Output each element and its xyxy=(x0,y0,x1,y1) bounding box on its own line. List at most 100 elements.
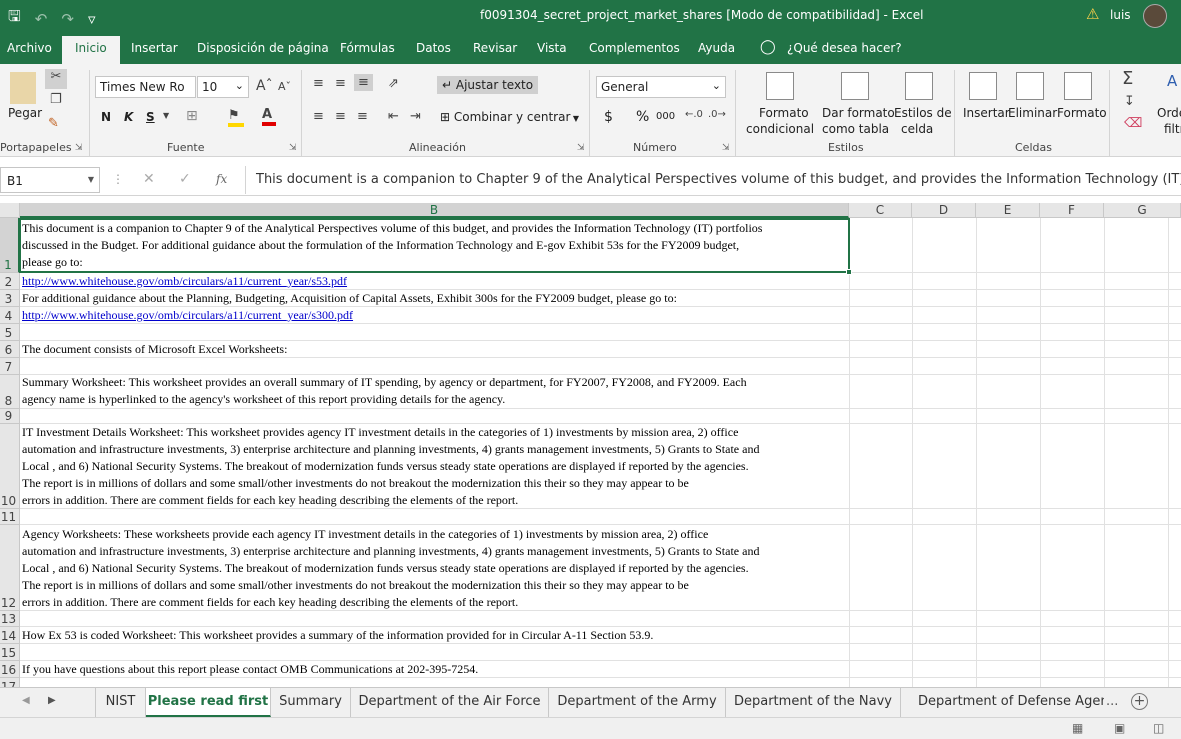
increase-decimal-icon[interactable]: ←.0 xyxy=(685,109,703,120)
row-header[interactable]: 16 xyxy=(0,661,20,678)
row-header[interactable]: 1 xyxy=(0,218,20,273)
copy-icon[interactable]: ❐ xyxy=(50,92,62,107)
sheet-tab-nist[interactable]: NIST xyxy=(95,688,146,717)
increase-indent-icon[interactable]: ⇥ xyxy=(410,109,421,124)
borders-icon[interactable]: ⊞ xyxy=(186,108,198,124)
cancel-icon[interactable]: ✕ xyxy=(143,171,155,187)
redo-icon[interactable]: ↷ xyxy=(61,10,74,28)
row-header[interactable]: 6 xyxy=(0,341,20,358)
font-launcher-icon[interactable]: ⇲ xyxy=(289,143,297,153)
cell-styles-label[interactable]: Estilos de xyxy=(894,106,952,120)
paste-button[interactable]: Pegar xyxy=(8,106,42,120)
sheet-tab-army[interactable]: Department of the Army xyxy=(549,688,726,717)
column-header-d[interactable]: D xyxy=(912,203,976,218)
cell-b3[interactable]: For additional guidance about the Planni… xyxy=(22,290,848,307)
align-top-icon[interactable]: ≡ xyxy=(313,76,324,91)
user-name[interactable]: luis xyxy=(1110,8,1131,22)
cell-b10[interactable]: IT Investment Details Worksheet: This wo… xyxy=(22,424,848,509)
font-name-select[interactable]: Times New Ro xyxy=(95,76,196,98)
align-right-icon[interactable]: ≡ xyxy=(357,109,368,124)
column-header-f[interactable]: F xyxy=(1040,203,1104,218)
column-header-b[interactable]: B xyxy=(20,203,849,218)
worksheet-grid[interactable]: B C D E F G 1 This document is a compani… xyxy=(0,203,1181,687)
insert-function-button[interactable]: fx xyxy=(216,172,227,186)
cell-b12[interactable]: Agency Worksheets: These worksheets prov… xyxy=(22,526,848,611)
decrease-indent-icon[interactable]: ⇤ xyxy=(388,109,399,124)
add-sheet-button[interactable]: + xyxy=(1131,693,1148,710)
decrease-font-icon[interactable]: Aˇ xyxy=(278,80,291,93)
font-size-select[interactable]: 10 ⌄ xyxy=(197,76,249,98)
underline-button[interactable]: S xyxy=(146,110,155,124)
enter-icon[interactable]: ✓ xyxy=(179,171,191,187)
sheet-tab-defense-agencies[interactable]: Department of Defense Agenci xyxy=(901,688,1104,717)
row-header[interactable]: 12 xyxy=(0,525,20,611)
cell-b4-link[interactable]: http://www.whitehouse.gov/omb/circulars/… xyxy=(22,307,848,324)
format-as-table-label[interactable]: Dar formato xyxy=(822,106,895,120)
column-header-e[interactable]: E xyxy=(976,203,1040,218)
tab-insertar[interactable]: Insertar xyxy=(131,41,178,55)
clipboard-launcher-icon[interactable]: ⇲ xyxy=(75,143,83,153)
save-icon[interactable]: 🖫 xyxy=(8,6,21,31)
page-break-icon[interactable]: ◫ xyxy=(1153,721,1164,735)
format-cells-icon[interactable] xyxy=(1064,72,1092,100)
row-header[interactable]: 2 xyxy=(0,273,20,290)
row-header[interactable]: 7 xyxy=(0,358,20,375)
formula-input[interactable]: This document is a companion to Chapter … xyxy=(245,166,1181,194)
fill-icon[interactable]: ↧ xyxy=(1124,94,1135,109)
row-header[interactable]: 13 xyxy=(0,611,20,627)
tab-archivo[interactable]: Archivo xyxy=(7,41,52,55)
tab-formulas[interactable]: Fórmulas xyxy=(340,41,395,55)
select-all-corner[interactable] xyxy=(0,203,20,218)
tab-vista[interactable]: Vista xyxy=(537,41,567,55)
delete-cells-icon[interactable] xyxy=(1016,72,1044,100)
conditional-format-icon[interactable] xyxy=(766,72,794,100)
decrease-decimal-icon[interactable]: .0→ xyxy=(708,109,726,120)
font-color-icon[interactable]: A xyxy=(262,107,276,126)
increase-font-icon[interactable]: Aˆ xyxy=(256,78,273,94)
row-header[interactable]: 4 xyxy=(0,307,20,324)
prev-sheet-icon[interactable]: ◀ xyxy=(22,695,30,706)
row-header[interactable]: 10 xyxy=(0,424,20,509)
paste-icon[interactable] xyxy=(10,72,36,104)
fill-color-icon[interactable]: ⚑ xyxy=(228,108,244,127)
format-as-table-label-2[interactable]: como tabla xyxy=(822,122,889,136)
warning-icon[interactable]: ⚠ xyxy=(1086,5,1099,23)
more-sheets-icon[interactable]: ... xyxy=(1106,694,1118,709)
alignment-launcher-icon[interactable]: ⇲ xyxy=(577,143,585,153)
number-launcher-icon[interactable]: ⇲ xyxy=(722,143,730,153)
sort-filter-button[interactable]: Orde xyxy=(1157,106,1181,120)
avatar[interactable] xyxy=(1143,4,1167,28)
insert-cells-button[interactable]: Insertar xyxy=(963,106,1010,120)
tab-complementos[interactable]: Complementos xyxy=(589,41,680,55)
cell-b16[interactable]: If you have questions about this report … xyxy=(22,661,848,678)
name-box[interactable]: B1 ▼ xyxy=(0,167,100,193)
tab-datos[interactable]: Datos xyxy=(416,41,451,55)
tab-revisar[interactable]: Revisar xyxy=(473,41,517,55)
cell-styles-label-2[interactable]: celda xyxy=(901,122,933,136)
cell-styles-icon[interactable] xyxy=(905,72,933,100)
tab-inicio[interactable]: Inicio xyxy=(62,36,120,64)
customize-qat-icon[interactable]: ▿ xyxy=(88,10,96,28)
row-header[interactable]: 14 xyxy=(0,627,20,644)
align-center-icon[interactable]: ≡ xyxy=(335,109,346,124)
sheet-tab-air-force[interactable]: Department of the Air Force xyxy=(351,688,549,717)
page-layout-icon[interactable]: ▣ xyxy=(1114,721,1125,735)
row-header[interactable]: 5 xyxy=(0,324,20,341)
thousands-button[interactable]: 000 xyxy=(656,111,675,122)
sheet-tab-please-read-first[interactable]: Please read first xyxy=(146,688,271,717)
sort-filter-label-2[interactable]: filtr xyxy=(1164,122,1181,136)
percent-button[interactable]: % xyxy=(636,109,649,125)
clear-icon[interactable]: ⌫ xyxy=(1124,116,1142,131)
autosum-icon[interactable]: Σ xyxy=(1122,68,1133,89)
next-sheet-icon[interactable]: ▶ xyxy=(48,695,56,706)
column-header-g[interactable]: G xyxy=(1104,203,1181,218)
format-cells-button[interactable]: Formato xyxy=(1057,106,1107,120)
cut-icon[interactable]: ✂ xyxy=(45,69,67,89)
row-header[interactable]: 9 xyxy=(0,409,20,424)
tab-ayuda[interactable]: Ayuda xyxy=(698,41,735,55)
number-format-select[interactable]: General ⌄ xyxy=(596,76,726,98)
tell-me-search[interactable]: ¿Qué desea hacer? xyxy=(787,41,902,55)
italic-button[interactable]: K xyxy=(124,110,133,124)
row-header[interactable]: 17 xyxy=(0,678,20,687)
insert-cells-icon[interactable] xyxy=(969,72,997,100)
